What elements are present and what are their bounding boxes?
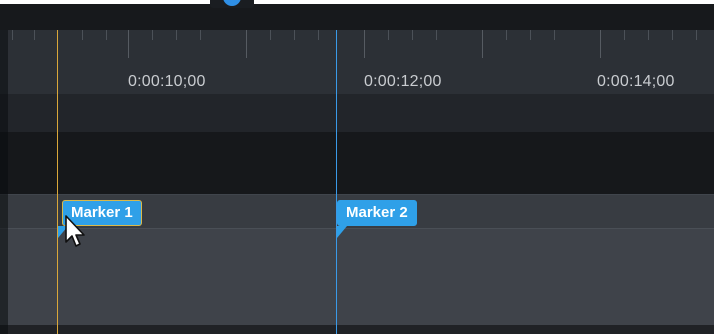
- ruler-tick: [506, 30, 507, 40]
- marker-2-flag: [337, 226, 347, 238]
- ruler-tick: [530, 30, 531, 40]
- ruler-tick: [12, 30, 13, 40]
- ruler-time-label: 0:00:10;00: [128, 73, 206, 90]
- ruler-tick: [412, 30, 413, 40]
- timeline-view: 0:00:10;00 0:00:12;00 0:00:14;00 Marker …: [0, 0, 714, 334]
- ruler-tick: [554, 30, 555, 40]
- ruler-tick: [294, 30, 295, 40]
- media-track[interactable]: [0, 228, 714, 326]
- ruler-lower-band: [0, 94, 714, 132]
- ruler-tick-major: [246, 30, 247, 58]
- ruler-tick: [388, 30, 389, 40]
- ruler-tick: [648, 30, 649, 40]
- ruler-tick-major: [128, 30, 129, 58]
- ruler-tick-major: [364, 30, 365, 58]
- marker-2[interactable]: Marker 2: [337, 200, 417, 226]
- marker-1-line: [57, 30, 58, 334]
- ruler-tick: [436, 30, 437, 40]
- ruler-tick: [106, 30, 107, 40]
- ruler-tick: [176, 30, 177, 40]
- ruler-tick: [152, 30, 153, 40]
- ruler-tick: [82, 30, 83, 40]
- ruler-tick-major: [482, 30, 483, 58]
- ruler-tick: [318, 30, 319, 40]
- playhead-handle-icon[interactable]: [210, 0, 254, 8]
- ruler-tick: [624, 30, 625, 40]
- ruler-tick: [696, 30, 697, 40]
- ruler-tick: [200, 30, 201, 40]
- timeline-left-shade: [0, 30, 8, 334]
- ruler-time-label: 0:00:14;00: [597, 73, 675, 90]
- mouse-cursor-icon: [65, 215, 85, 247]
- ruler-time-label: 0:00:12;00: [364, 73, 442, 90]
- ruler-tick-major: [600, 30, 601, 58]
- marker-2-line: [336, 30, 337, 334]
- ruler-tick: [672, 30, 673, 40]
- playhead-handle-dot: [223, 0, 241, 6]
- ruler-tick: [270, 30, 271, 40]
- timeline-bottom-edge: [0, 325, 714, 334]
- empty-track-area[interactable]: [0, 132, 714, 194]
- timeline-header: [0, 4, 714, 30]
- ruler-tick: [34, 30, 35, 40]
